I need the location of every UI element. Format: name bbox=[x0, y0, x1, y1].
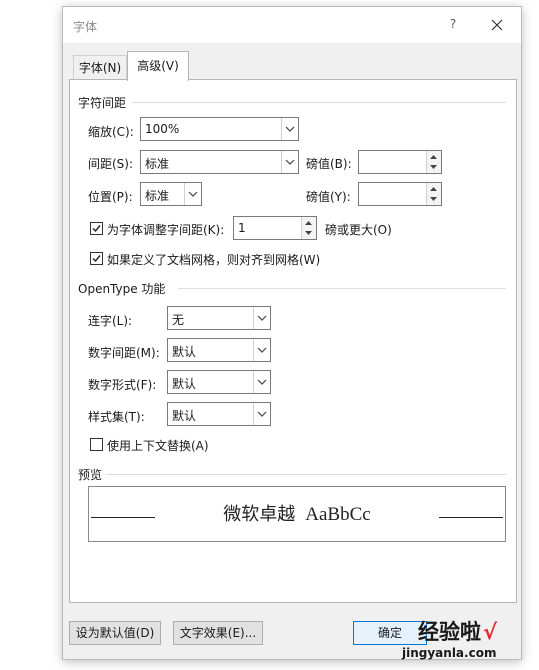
watermark-domain: jingyanla.com bbox=[402, 646, 497, 660]
kerning-suffix: 磅或更大(O) bbox=[325, 223, 392, 237]
ligatures-combo[interactable]: 无 bbox=[167, 306, 271, 330]
snap-grid-label: 如果定义了文档网格，则对齐到网格(W) bbox=[107, 253, 321, 267]
kerning-checkbox[interactable] bbox=[90, 222, 103, 235]
position-value: 标准 bbox=[145, 189, 170, 203]
tab-advanced[interactable]: 高级(V) bbox=[127, 51, 189, 81]
help-button[interactable]: ? bbox=[443, 17, 463, 35]
position-label: 位置(P): bbox=[88, 190, 133, 204]
spacing-by-spinner[interactable] bbox=[358, 150, 442, 174]
ligatures-value: 无 bbox=[172, 313, 185, 327]
section-divider bbox=[132, 102, 506, 103]
title-bar: 字体 ? bbox=[63, 7, 521, 43]
section-title-preview: 预览 bbox=[78, 468, 103, 482]
section-title-char-spacing: 字符间距 bbox=[78, 96, 127, 110]
font-dialog: 字体 ? 字体(N) 高级(V) 字符间距 缩放(C): 100% 间距(S):… bbox=[62, 6, 522, 660]
text-effects-button[interactable]: 文字效果(E)... bbox=[173, 621, 263, 645]
num-spacing-combo[interactable]: 默认 bbox=[167, 338, 271, 362]
chevron-down-icon[interactable] bbox=[281, 151, 298, 173]
spacing-combo[interactable]: 标准 bbox=[140, 150, 299, 174]
spin-down-icon[interactable] bbox=[426, 162, 441, 173]
scale-value: 100% bbox=[145, 122, 180, 136]
stylistic-sets-value: 默认 bbox=[172, 409, 197, 423]
checkmark-icon bbox=[92, 225, 101, 233]
chevron-down-icon[interactable] bbox=[253, 371, 270, 393]
preview-box: 微软卓越 AaBbCc bbox=[88, 486, 506, 542]
chevron-down-icon[interactable] bbox=[281, 118, 298, 140]
preview-sample: 微软卓越 AaBbCc bbox=[89, 500, 505, 526]
snap-grid-checkbox[interactable] bbox=[90, 252, 103, 265]
chevron-down-icon[interactable] bbox=[253, 339, 270, 361]
spacing-by-label: 磅值(B): bbox=[306, 157, 352, 171]
scale-label: 缩放(C): bbox=[88, 125, 134, 139]
num-forms-label: 数字形式(F): bbox=[88, 378, 157, 392]
ligatures-label: 连字(L): bbox=[88, 314, 133, 328]
ok-button[interactable]: 确定 bbox=[353, 621, 427, 645]
tab-font[interactable]: 字体(N) bbox=[73, 55, 127, 80]
preview-sample-cjk: 微软卓越 bbox=[223, 504, 296, 525]
spacing-value: 标准 bbox=[145, 157, 170, 171]
section-divider bbox=[106, 474, 506, 475]
num-spacing-label: 数字间距(M): bbox=[88, 346, 160, 360]
position-combo[interactable]: 标准 bbox=[140, 182, 202, 206]
dialog-title: 字体 bbox=[73, 20, 98, 34]
watermark-check-icon: √ bbox=[483, 620, 498, 644]
contextual-checkbox[interactable] bbox=[90, 438, 103, 451]
checkmark-icon bbox=[92, 255, 101, 263]
kerning-label: 为字体调整字间距(K): bbox=[107, 223, 225, 237]
section-divider bbox=[178, 288, 506, 289]
scale-combo[interactable]: 100% bbox=[140, 117, 299, 141]
num-spacing-value: 默认 bbox=[172, 345, 197, 359]
chevron-down-icon[interactable] bbox=[253, 307, 270, 329]
advanced-panel: 字符间距 缩放(C): 100% 间距(S): 标准 磅值(B): 位置(P):… bbox=[69, 79, 517, 603]
section-title-opentype: OpenType 功能 bbox=[78, 282, 166, 296]
watermark-logo: 经验啦√ bbox=[418, 616, 497, 646]
chevron-down-icon[interactable] bbox=[253, 403, 270, 425]
close-button[interactable] bbox=[485, 13, 509, 37]
position-by-spinner[interactable] bbox=[358, 182, 442, 206]
preview-sample-latin: AaBbCc bbox=[305, 504, 371, 525]
close-icon bbox=[491, 19, 503, 31]
spin-down-icon[interactable] bbox=[426, 194, 441, 205]
set-default-button[interactable]: 设为默认值(D) bbox=[69, 621, 161, 645]
kerning-spinner[interactable]: 1 bbox=[233, 216, 317, 240]
watermark-brand: 经验啦 bbox=[418, 620, 481, 644]
stylistic-sets-label: 样式集(T): bbox=[88, 410, 145, 424]
chevron-down-icon[interactable] bbox=[184, 183, 201, 205]
stylistic-sets-combo[interactable]: 默认 bbox=[167, 402, 271, 426]
contextual-label: 使用上下文替换(A) bbox=[107, 439, 209, 453]
num-forms-combo[interactable]: 默认 bbox=[167, 370, 271, 394]
num-forms-value: 默认 bbox=[172, 377, 197, 391]
kerning-value: 1 bbox=[238, 221, 246, 235]
spacing-label: 间距(S): bbox=[88, 157, 134, 171]
position-by-label: 磅值(Y): bbox=[306, 190, 351, 204]
spin-down-icon[interactable] bbox=[301, 228, 316, 239]
